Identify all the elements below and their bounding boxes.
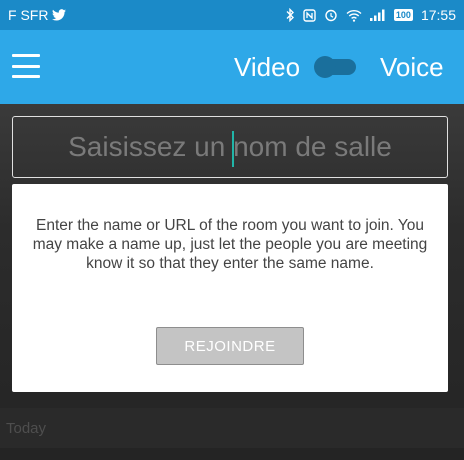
alarm-icon — [324, 8, 338, 22]
signal-icon — [369, 9, 386, 21]
hint-card: Enter the name or URL of the room you wa… — [12, 184, 448, 392]
text-caret — [232, 131, 234, 167]
toggle-thumb — [314, 56, 336, 78]
recent-section-header: Today — [0, 408, 464, 448]
app-bar: Video Voice — [0, 30, 464, 104]
bluetooth-icon — [286, 8, 295, 22]
status-bar: F SFR 100 17:55 — [0, 0, 464, 30]
room-name-input[interactable] — [13, 117, 447, 177]
hint-text: Enter the name or URL of the room you wa… — [32, 217, 428, 272]
status-left: F SFR — [8, 7, 67, 23]
twitter-icon — [52, 9, 67, 21]
main-area: Enter the name or URL of the room you wa… — [0, 104, 464, 460]
carrier-label: F SFR — [8, 7, 49, 23]
status-time: 17:55 — [420, 7, 456, 23]
today-label: Today — [6, 420, 47, 437]
wifi-icon — [346, 9, 362, 22]
video-mode-label[interactable]: Video — [234, 52, 300, 83]
join-button[interactable]: REJOINDRE — [156, 327, 304, 365]
hamburger-menu-icon[interactable] — [12, 54, 40, 78]
video-voice-toggle[interactable] — [314, 56, 356, 78]
room-name-field — [12, 116, 448, 178]
voice-mode-label[interactable]: Voice — [380, 52, 444, 83]
battery-icon: 100 — [393, 9, 413, 21]
status-right: 100 17:55 — [286, 7, 456, 23]
nfc-icon — [303, 8, 316, 22]
